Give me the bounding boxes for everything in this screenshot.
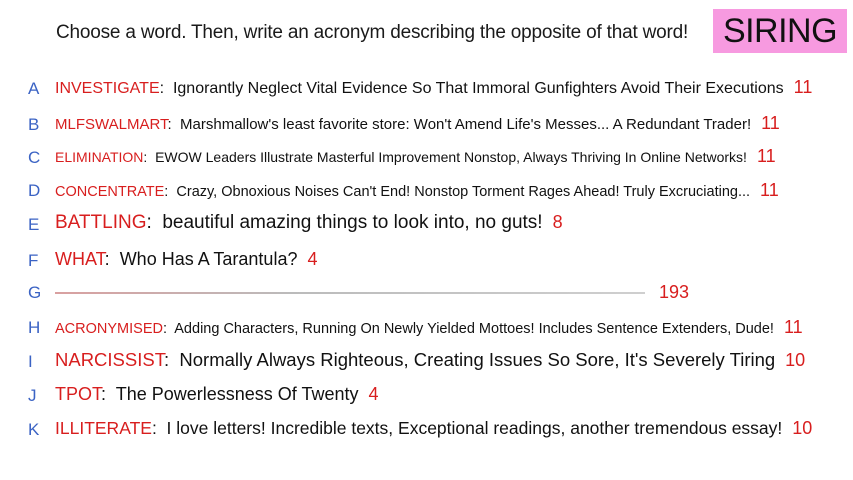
entry-letter: E bbox=[28, 215, 40, 234]
entry-score: 4 bbox=[368, 384, 379, 404]
entry-word: ILLITERATE bbox=[55, 418, 152, 438]
entry-word: CONCENTRATE bbox=[55, 184, 165, 200]
entry-score: 10 bbox=[792, 418, 813, 438]
prompt-text: Choose a word. Then, write an acronym de… bbox=[56, 22, 689, 43]
entry-acronym: Ignorantly Neglect Vital Evidence So Tha… bbox=[172, 80, 784, 97]
entry-letter: I bbox=[28, 352, 33, 371]
answer-badge: SIRING bbox=[713, 9, 847, 53]
entry-letter: G bbox=[28, 283, 42, 302]
badge-word: SIRING bbox=[722, 11, 838, 50]
entry-score: 11 bbox=[761, 113, 780, 133]
entry-acronym: beautiful amazing things to look into, n… bbox=[162, 212, 543, 233]
entry-word: NARCISSIST bbox=[55, 349, 164, 370]
entry-score: 8 bbox=[552, 212, 563, 232]
entry-score: 11 bbox=[783, 317, 803, 337]
entry-acronym: I love letters! Incredible texts, Except… bbox=[166, 418, 783, 438]
entry-score: 11 bbox=[756, 146, 776, 166]
entry-score: 11 bbox=[793, 77, 813, 97]
entry-acronym: Marshmallow's least favorite store: Won'… bbox=[180, 116, 752, 133]
entry-acronym: EWOW Leaders Illustrate Masterful Improv… bbox=[155, 149, 747, 165]
entry-letter: F bbox=[28, 251, 39, 270]
struck-out-line bbox=[55, 292, 645, 295]
entry-letter: A bbox=[28, 79, 40, 98]
entry-acronym: The Powerlessness Of Twenty bbox=[115, 384, 359, 404]
entry-word: ACRONYMISED bbox=[55, 321, 163, 337]
entry-word: WHAT bbox=[55, 249, 105, 269]
entry-letter: H bbox=[28, 318, 41, 337]
entry-score: 10 bbox=[785, 350, 806, 370]
entry-letter: C bbox=[28, 148, 41, 167]
entry-acronym: Normally Always Righteous, Creating Issu… bbox=[179, 349, 776, 370]
entry-word: TPOT bbox=[55, 384, 102, 404]
entry-word: INVESTIGATE bbox=[55, 80, 160, 97]
entry-letter: J bbox=[28, 386, 37, 405]
entry-acronym: Who Has A Tarantula? bbox=[119, 249, 298, 269]
entry-score: 11 bbox=[760, 180, 779, 200]
entry-score: 4 bbox=[307, 249, 318, 269]
entry-word: MLFSWALMART bbox=[55, 116, 168, 133]
entry-acronym: Crazy, Obnoxious Noises Can't End! Nonst… bbox=[176, 184, 751, 200]
entry-letter: B bbox=[28, 115, 40, 134]
entry-word: BATTLING bbox=[55, 212, 147, 233]
entry-acronym: Adding Characters, Running On Newly Yiel… bbox=[174, 321, 774, 337]
entry-letter: D bbox=[28, 181, 41, 200]
entry-letter: K bbox=[28, 420, 40, 439]
entry-word: ELIMINATION bbox=[55, 149, 144, 165]
entry-score: 193 bbox=[659, 282, 690, 302]
